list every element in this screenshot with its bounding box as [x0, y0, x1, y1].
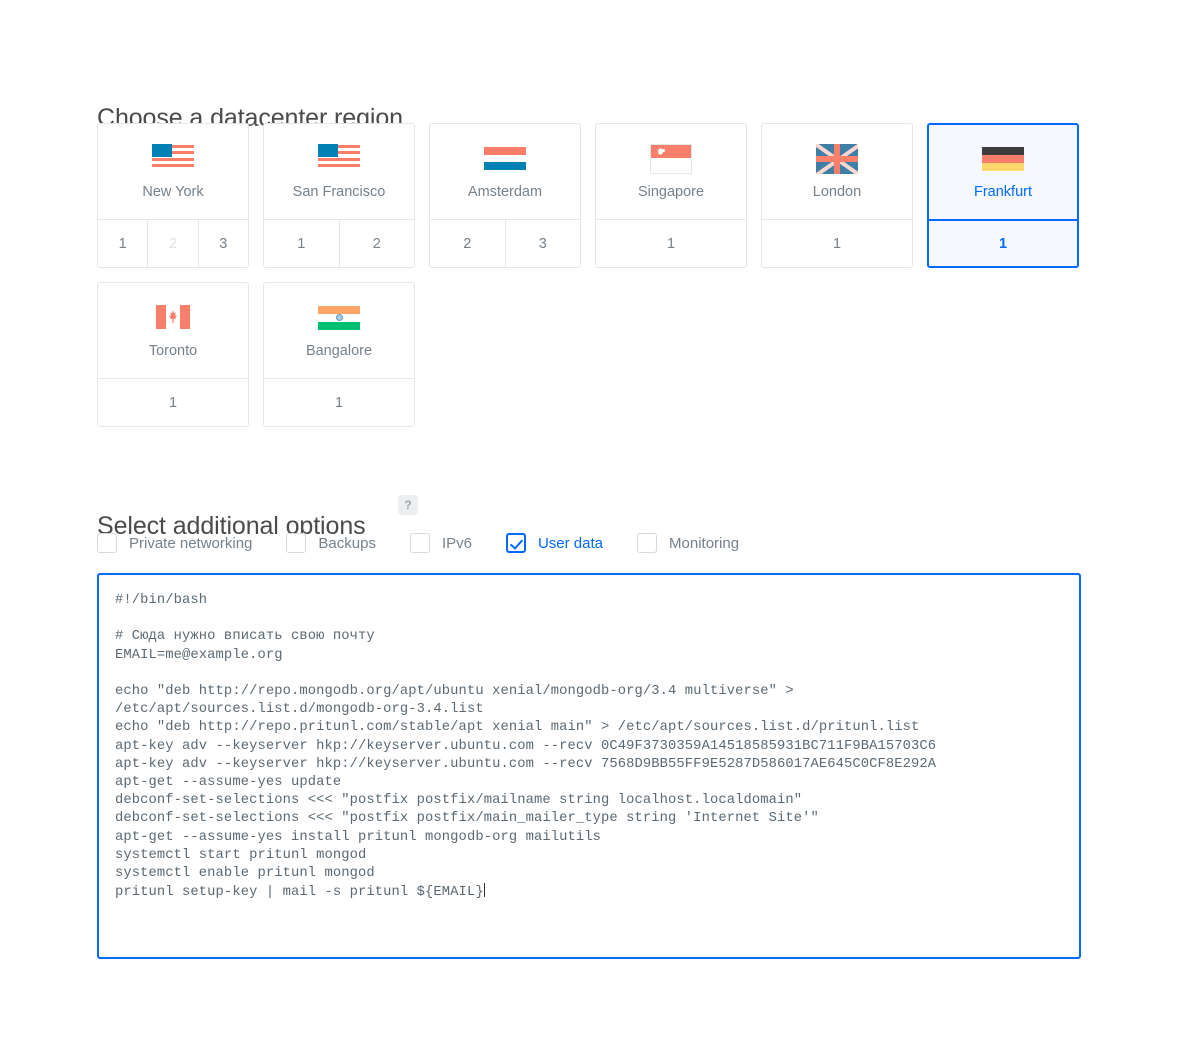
create-droplet-page: Choose a datacenter region New York 1 2 3 Sa… [0, 0, 1181, 1045]
region-card-amsterdam[interactable]: Amsterdam 2 3 [429, 123, 581, 268]
option-backups[interactable]: Backups [286, 533, 376, 553]
datacenter-slot[interactable]: 2 [338, 220, 415, 267]
flag-uk-icon [816, 144, 858, 174]
region-card-header: Toronto [98, 283, 248, 378]
region-card-new-york[interactable]: New York 1 2 3 [97, 123, 249, 268]
datacenter-slot-row: 1 [264, 378, 414, 426]
region-name-label: San Francisco [292, 184, 386, 200]
option-label: Monitoring [669, 534, 740, 552]
option-label: Private networking [129, 534, 253, 552]
datacenter-slot[interactable]: 1 [596, 220, 746, 267]
checkbox-icon[interactable] [409, 533, 430, 553]
checkbox-icon[interactable] [97, 533, 117, 553]
help-icon[interactable]: ? [398, 495, 418, 515]
region-card-header: London [762, 124, 912, 219]
datacenter-slot[interactable]: 2 [430, 220, 505, 267]
option-user-data[interactable]: User data [505, 533, 604, 553]
region-card-singapore[interactable]: Singapore 1 [595, 123, 747, 268]
region-card-toronto[interactable]: Toronto 1 [97, 282, 249, 427]
region-card-header: San Francisco [264, 124, 414, 219]
region-name-label: Singapore [637, 184, 705, 200]
option-ipv6[interactable]: IPv6 [409, 533, 472, 553]
region-card-frankfurt[interactable]: Frankfurt 1 [927, 123, 1079, 268]
flag-us-icon [152, 144, 194, 174]
datacenter-slot-row: 1 [98, 378, 248, 426]
region-name-label: London [812, 184, 862, 200]
datacenter-slot[interactable]: 1 [762, 220, 912, 267]
flag-ca-icon [152, 303, 194, 333]
flag-de-icon [982, 144, 1024, 174]
option-label: IPv6 [441, 534, 472, 552]
user-data-script-text: #!/bin/bash # Сюда нужно вписать свою по… [115, 593, 937, 901]
datacenter-slot-row: 12 [264, 219, 414, 267]
option-label: Backups [318, 534, 376, 552]
user-data-script: #!/bin/bash # Сюда нужно вписать свою по… [115, 592, 1063, 902]
checkbox-icon[interactable] [637, 533, 658, 553]
checkbox-icon[interactable] [286, 533, 307, 553]
datacenter-slot-row: 123 [98, 219, 248, 267]
region-card-san-francisco[interactable]: San Francisco 1 2 [263, 123, 415, 268]
option-label: User data [537, 534, 604, 552]
region-card-header: Bangalore [264, 283, 414, 378]
user-data-textarea[interactable]: #!/bin/bash # Сюда нужно вписать свою по… [97, 573, 1081, 959]
datacenter-slot[interactable]: 1 [264, 379, 414, 426]
region-card-london[interactable]: London 1 [761, 123, 913, 268]
region-card-bangalore[interactable]: Bangalore 1 [263, 282, 415, 427]
text-caret [483, 883, 485, 898]
region-card-header: Frankfurt [929, 125, 1077, 219]
datacenter-slot[interactable]: 1 [929, 221, 1077, 266]
option-private-networking[interactable]: Private networking [97, 533, 252, 553]
region-card-header: Amsterdam [430, 124, 580, 219]
flag-sg-icon [650, 144, 692, 174]
datacenter-slot-row: 1 [596, 219, 746, 267]
datacenter-slot[interactable]: 1 [98, 379, 248, 426]
datacenter-slot[interactable]: 1 [98, 220, 147, 267]
region-grid: New York 1 2 3 San Francisco 1 2 Amsterdam 2 3 Sin… [97, 123, 1097, 441]
datacenter-slot-row: 23 [430, 219, 580, 267]
option-monitoring[interactable]: Monitoring [637, 533, 739, 553]
region-name-label: Frankfurt [973, 184, 1032, 200]
region-card-header: Singapore [596, 124, 746, 219]
flag-nl-icon [484, 144, 526, 174]
datacenter-slot[interactable]: 1 [264, 220, 339, 267]
flag-in-icon [318, 303, 360, 333]
datacenter-slot-row: 1 [929, 219, 1077, 266]
additional-options-row: Private networking Backups IPv6 User data Mo… [97, 533, 773, 553]
region-card-header: New York [98, 124, 248, 219]
flag-us-icon [318, 144, 360, 174]
datacenter-slot[interactable]: 3 [197, 220, 248, 267]
region-name-label: Bangalore [305, 343, 373, 359]
region-name-label: Amsterdam [467, 184, 543, 200]
region-name-label: New York [142, 184, 204, 200]
datacenter-slot: 2 [147, 220, 197, 267]
region-name-label: Toronto [148, 343, 198, 359]
datacenter-slot[interactable]: 3 [504, 220, 581, 267]
datacenter-slot-row: 1 [762, 219, 912, 267]
checkbox-checked-icon[interactable] [505, 533, 526, 553]
